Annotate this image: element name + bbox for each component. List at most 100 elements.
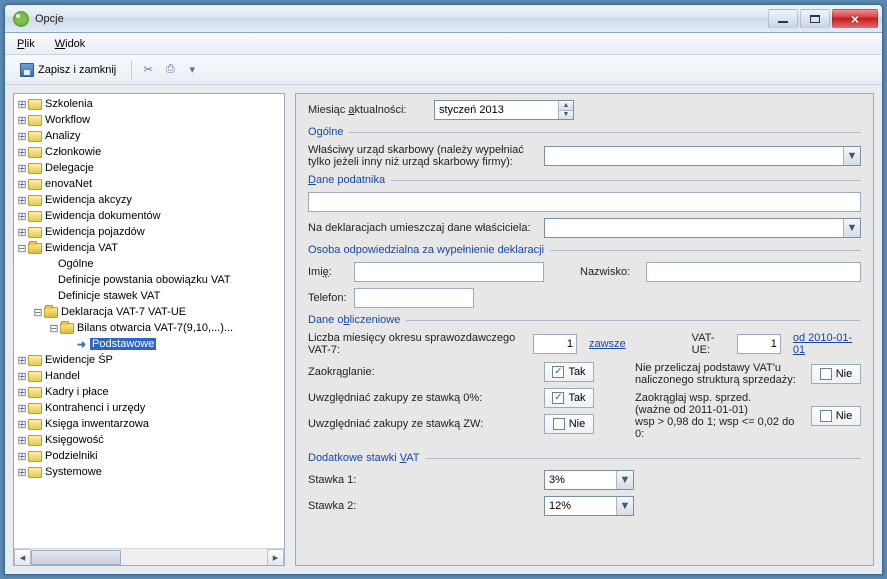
tree-item[interactable]: Definicje powstania obowiązku VAT [14, 272, 284, 288]
stawka1-combo[interactable]: 3% ▼ [544, 470, 634, 490]
tree-item[interactable]: ⊞enovaNet [14, 176, 284, 192]
imie-input[interactable] [354, 262, 544, 282]
print-icon[interactable]: ⎙ [162, 62, 178, 78]
expand-icon[interactable]: ⊞ [16, 114, 28, 127]
expand-icon[interactable]: ⊞ [16, 466, 28, 479]
tree-horizontal-scrollbar[interactable]: ◂ ▸ [14, 548, 284, 565]
expand-icon[interactable]: ⊞ [16, 402, 28, 415]
telefon-input[interactable] [354, 288, 474, 308]
maximize-button[interactable] [800, 9, 830, 28]
save-and-close-button[interactable]: Zapisz i zamknij [13, 59, 123, 81]
nazwisko-input[interactable] [646, 262, 861, 282]
tree-item[interactable]: ⊞Członkowie [14, 144, 284, 160]
tree-item-label: Kadry i płace [45, 386, 109, 398]
zawsze-link[interactable]: zawsze [589, 338, 626, 350]
expand-icon[interactable]: ⊞ [16, 130, 28, 143]
expand-icon[interactable]: ⊞ [16, 418, 28, 431]
group-dodatkowe-stawki: Dodatkowe stawki VAT [308, 452, 861, 464]
checkbox-icon [552, 366, 564, 378]
tree-item-label: Systemowe [45, 466, 102, 478]
close-button[interactable]: × [832, 9, 878, 28]
tree-item[interactable]: ⊞Kontrahenci i urzędy [14, 400, 284, 416]
expand-icon[interactable]: ⊞ [16, 194, 28, 207]
tree-item[interactable]: ⊞ Ewidencja dokumentów [14, 208, 284, 224]
expand-icon[interactable]: ⊞ [16, 354, 28, 367]
group-dane-obliczeniowe: Dane obliczeniowe [308, 314, 861, 326]
collapse-icon[interactable]: ⊟ [32, 306, 44, 319]
expand-icon[interactable]: ⊞ [16, 226, 28, 239]
vat-ue-date-link[interactable]: od 2010-01-01 [793, 332, 861, 356]
tree-item[interactable]: ⊞Ewidencja pojazdów [14, 224, 284, 240]
liczba-miesiecy-input[interactable] [533, 334, 577, 354]
tree-item[interactable]: ⊞Księga inwentarzowa [14, 416, 284, 432]
tree-item[interactable]: Definicje stawek VAT [14, 288, 284, 304]
expand-icon[interactable]: ⊞ [16, 146, 28, 159]
nazwisko-label: Nazwisko: [580, 266, 640, 278]
checkbox-icon [820, 368, 832, 380]
expand-icon[interactable]: ⊞ [16, 162, 28, 175]
menu-plik[interactable]: Plik [9, 36, 43, 52]
tree-item-label: Ewidencja dokumentów [45, 210, 161, 222]
folder-icon [28, 115, 42, 126]
collapse-icon[interactable]: ⊟ [48, 322, 60, 335]
expand-icon[interactable]: ⊞ [16, 450, 28, 463]
expand-icon[interactable]: ⊞ [16, 210, 28, 223]
spinner-icon[interactable]: ▲▼ [558, 101, 573, 119]
chevron-down-icon[interactable]: ▼ [843, 147, 860, 165]
tree-item[interactable]: ⊟Ewidencja VAT [14, 240, 284, 256]
dane-podatnika-input[interactable] [308, 192, 861, 212]
expand-icon[interactable]: ⊞ [16, 98, 28, 111]
chevron-down-icon[interactable]: ▼ [616, 497, 633, 515]
vat-ue-input[interactable] [737, 334, 781, 354]
scroll-right-button[interactable]: ▸ [267, 549, 284, 566]
tree-item[interactable]: ⊞ Systemowe [14, 464, 284, 480]
tree-item[interactable]: ⊞Delegacje [14, 160, 284, 176]
tree-item[interactable]: ⊞Księgowość [14, 432, 284, 448]
folder-icon [28, 99, 42, 110]
tree-item-label: Ewidencja akcyzy [45, 194, 132, 206]
tools-icon[interactable]: ✂ [140, 62, 156, 78]
stawka2-combo[interactable]: 12% ▼ [544, 496, 634, 516]
nieprzeliczaj-checkbox[interactable]: Nie [811, 364, 861, 384]
chevron-down-icon[interactable]: ▼ [843, 219, 860, 237]
expand-icon[interactable]: ⊞ [16, 370, 28, 383]
dekl-wlasciciel-combo[interactable]: ▼ [544, 218, 861, 238]
dropdown-icon[interactable]: ▾ [184, 62, 200, 78]
expand-icon[interactable]: ⊞ [16, 434, 28, 447]
folder-icon [28, 243, 42, 254]
scroll-left-button[interactable]: ◂ [14, 549, 31, 566]
scroll-thumb[interactable] [31, 550, 121, 565]
tree-item[interactable]: ⊟ Bilans otwarcia VAT-7(9,10,...)... [14, 320, 284, 336]
tree-item[interactable]: ⊟Deklaracja VAT-7 VAT-UE [14, 304, 284, 320]
tree-item[interactable]: ⊞Ewidencje ŚP [14, 352, 284, 368]
tree-item[interactable]: ⊞Workflow [14, 112, 284, 128]
scroll-track[interactable] [31, 549, 267, 566]
tree-item[interactable]: ➜Podstawowe [14, 336, 284, 352]
miesiac-aktualnosci-field[interactable]: styczeń 2013 ▲▼ [434, 100, 574, 120]
tree-view[interactable]: ⊞Szkolenia⊞Workflow⊞Analizy⊞Członkowie⊞D… [13, 93, 285, 566]
expand-icon[interactable]: ⊞ [16, 386, 28, 399]
zaokraglaj-wsp-checkbox[interactable]: Nie [811, 406, 861, 426]
group-ogolne: Ogólne [308, 126, 861, 138]
tree-item[interactable]: ⊞Szkolenia [14, 96, 284, 112]
uwzgl-0-checkbox[interactable]: Tak [544, 388, 594, 408]
tree-item-label: Bilans otwarcia VAT-7(9,10,...)... [77, 322, 233, 334]
uwzgl-zw-checkbox[interactable]: Nie [544, 414, 594, 434]
tree-item[interactable]: ⊞ Ewidencja akcyzy [14, 192, 284, 208]
tree-item[interactable]: ⊞Analizy [14, 128, 284, 144]
tree-item[interactable]: ⊞Podzielniki [14, 448, 284, 464]
expand-icon[interactable]: ⊞ [16, 178, 28, 191]
collapse-icon[interactable]: ⊟ [16, 242, 28, 255]
menu-widok[interactable]: Widok [47, 36, 94, 52]
toolbar-separator [131, 60, 132, 80]
arrow-right-icon: ➜ [76, 339, 87, 350]
miesiac-aktualnosci-label: Miesiąc aktualności: [308, 104, 428, 116]
urzad-skarbowy-combo[interactable]: ▼ [544, 146, 861, 166]
minimize-button[interactable] [768, 9, 798, 28]
tree-item[interactable]: Ogólne [14, 256, 284, 272]
tree-item[interactable]: ⊞Handel [14, 368, 284, 384]
zaokraglanie-checkbox[interactable]: Tak [544, 362, 594, 382]
tree-item[interactable]: ⊞ Kadry i płace [14, 384, 284, 400]
expand-spacer [32, 274, 44, 286]
chevron-down-icon[interactable]: ▼ [616, 471, 633, 489]
